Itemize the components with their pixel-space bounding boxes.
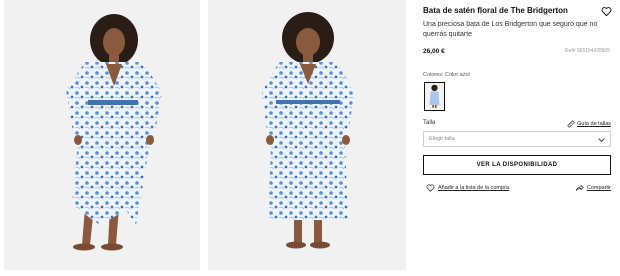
model-open-robe-photo[interactable] [4, 0, 200, 270]
add-to-shopping-list-label: Añadir a la lista de la compra [438, 185, 509, 191]
share-arrow-icon [575, 185, 584, 191]
heart-outline-icon [426, 184, 435, 192]
size-select-placeholder: Elegir talla [429, 136, 455, 142]
swatch-thumbnail [425, 83, 444, 110]
colors-label-text: Colores: [423, 72, 444, 78]
product-price: 26,00 € [423, 48, 445, 55]
size-guide-label: Guía de tallas [577, 121, 611, 127]
heart-outline-icon[interactable] [601, 4, 612, 17]
size-guide-link[interactable]: Guía de tallas [567, 120, 611, 128]
product-reference: Ref# 991104428505 [565, 48, 610, 54]
size-label: Talla [423, 120, 436, 126]
size-select[interactable]: Elegir talla [423, 131, 611, 147]
model-closed-robe-illustration [262, 12, 354, 249]
share-link[interactable]: Compartir [575, 184, 611, 192]
share-label: Compartir [586, 185, 611, 191]
model-closed-robe-photo[interactable] [208, 0, 406, 270]
product-title: Bata de satén floral de The Bridgerton [423, 6, 568, 15]
add-to-shopping-list-link[interactable]: Añadir a la lista de la compra [426, 184, 509, 192]
product-description: Una preciosa bata de Los Bridgerton que … [423, 21, 598, 38]
selected-color-text: Color azul [445, 72, 470, 78]
product-info-panel: Bata de satén floral de The Bridgerton U… [423, 0, 613, 276]
colors-label: Colores: Color azul [423, 72, 470, 78]
chevron-down-icon [598, 138, 605, 143]
ruler-icon [567, 120, 575, 128]
color-swatch-blue[interactable] [424, 82, 445, 111]
model-open-robe-illustration [66, 14, 162, 251]
product-gallery [0, 0, 412, 276]
see-availability-button[interactable]: VER LA DISPONIBILIDAD [423, 155, 611, 175]
